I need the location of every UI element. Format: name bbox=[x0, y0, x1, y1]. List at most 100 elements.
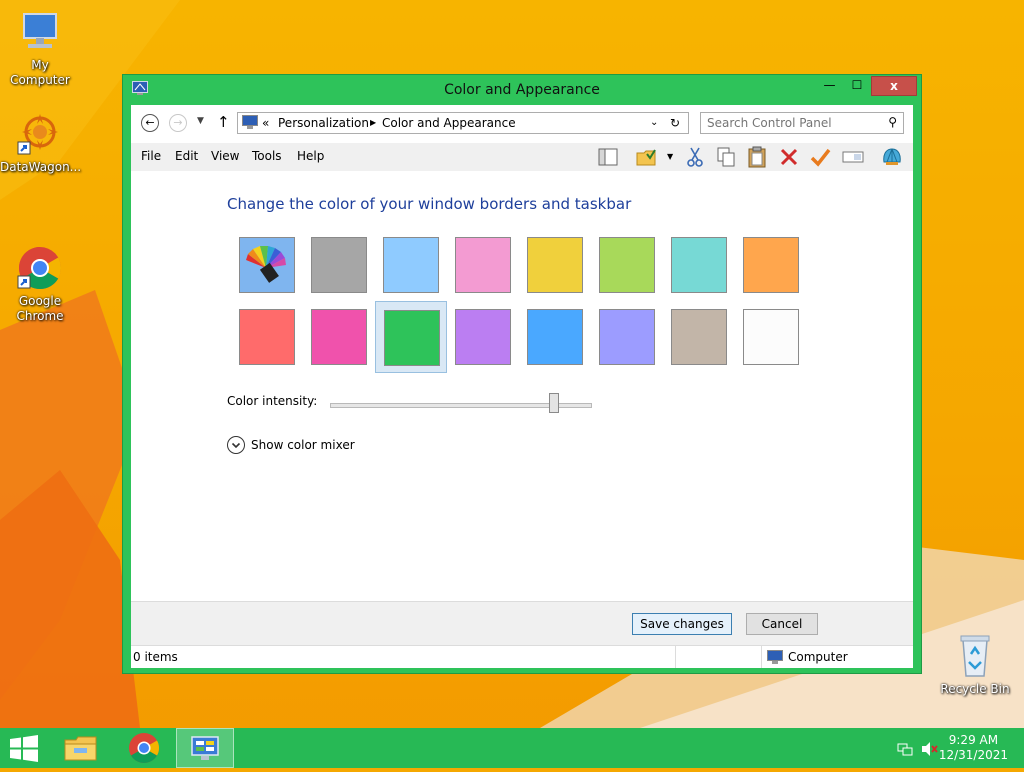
swatch-gray[interactable] bbox=[303, 229, 375, 301]
address-overflow-chevron[interactable]: « bbox=[262, 116, 269, 130]
breadcrumb-separator-icon[interactable]: ▶ bbox=[370, 118, 376, 127]
window-title: Color and Appearance bbox=[444, 82, 600, 98]
clock-time: 9:29 AM bbox=[948, 733, 999, 747]
volume-muted-icon[interactable] bbox=[921, 741, 939, 760]
status-bar: 0 items Computer bbox=[131, 645, 913, 668]
status-divider bbox=[675, 646, 676, 668]
color-appearance-window: Color and Appearance — ☐ x ← → ▼ ↑ « Per… bbox=[122, 74, 922, 674]
desktop-icon-label: My Computer bbox=[10, 58, 70, 87]
desktop-icon-google-chrome[interactable]: Google Chrome bbox=[0, 214, 80, 324]
menu-help[interactable]: Help bbox=[297, 149, 324, 163]
swatch-color bbox=[527, 237, 583, 293]
maximize-button[interactable]: ☐ bbox=[844, 76, 870, 96]
cut-icon[interactable] bbox=[684, 146, 706, 168]
layout-icon[interactable] bbox=[597, 146, 619, 168]
taskbar: 9:29 AM 12/31/2021 bbox=[0, 728, 1024, 768]
menu-view[interactable]: View bbox=[211, 149, 239, 163]
swatch-yellow[interactable] bbox=[519, 229, 591, 301]
close-button[interactable]: x bbox=[871, 76, 917, 96]
breadcrumb-personalization[interactable]: Personalization bbox=[278, 116, 369, 130]
breadcrumb-color-and-appearance[interactable]: Color and Appearance bbox=[382, 116, 516, 130]
swatch-color bbox=[455, 309, 511, 365]
swatch-color bbox=[239, 309, 295, 365]
status-divider bbox=[761, 646, 762, 668]
swatch-automatic[interactable] bbox=[231, 229, 303, 301]
swatch-orange[interactable] bbox=[735, 229, 807, 301]
swatch-magenta[interactable] bbox=[303, 301, 375, 373]
swatch-periwinkle[interactable] bbox=[591, 301, 663, 373]
menu-file[interactable]: File bbox=[141, 149, 161, 163]
desktop-icon-label: Google Chrome bbox=[16, 294, 64, 323]
swatch-taupe[interactable] bbox=[663, 301, 735, 373]
swatch-color bbox=[311, 309, 367, 365]
expand-chevron-icon bbox=[227, 436, 245, 454]
swatch-sky-blue[interactable] bbox=[375, 229, 447, 301]
search-input[interactable] bbox=[707, 116, 877, 130]
desktop-icon-label: Recycle Bin bbox=[940, 682, 1010, 696]
file-explorer-taskbar-button[interactable] bbox=[52, 728, 110, 768]
minimize-button[interactable]: — bbox=[816, 76, 843, 96]
computer-icon bbox=[767, 650, 783, 667]
chrome-icon bbox=[129, 733, 160, 764]
delete-icon[interactable] bbox=[778, 146, 800, 168]
page-heading: Change the color of your window borders … bbox=[227, 195, 632, 213]
swatch-color bbox=[599, 237, 655, 293]
swatch-color bbox=[743, 309, 799, 365]
swatch-color bbox=[743, 237, 799, 293]
control-panel-icon bbox=[191, 736, 219, 760]
color-intensity-label: Color intensity: bbox=[227, 394, 318, 408]
swatch-pink[interactable] bbox=[447, 229, 519, 301]
control-panel-taskbar-button[interactable] bbox=[176, 728, 234, 768]
menu-bar: File Edit View Tools Help ▼ bbox=[131, 143, 913, 171]
desktop-icon-my-computer[interactable]: My Computer bbox=[0, 8, 80, 88]
show-color-mixer-label: Show color mixer bbox=[251, 438, 355, 452]
recycle-bin-icon bbox=[951, 632, 999, 680]
up-arrow-icon[interactable]: ↑ bbox=[217, 113, 230, 131]
dropdown-arrow-icon[interactable]: ▼ bbox=[667, 152, 673, 161]
desktop-icon-recycle-bin[interactable]: Recycle Bin bbox=[935, 632, 1015, 697]
refresh-icon[interactable]: ↻ bbox=[670, 116, 680, 130]
swatch-color bbox=[671, 237, 727, 293]
swatch-lime[interactable] bbox=[591, 229, 663, 301]
save-changes-button[interactable]: Save changes bbox=[632, 613, 732, 635]
title-bar[interactable]: Color and Appearance — ☐ x bbox=[123, 75, 921, 105]
swatch-teal[interactable] bbox=[663, 229, 735, 301]
swatch-color bbox=[383, 237, 439, 293]
swatch-green[interactable] bbox=[375, 301, 447, 373]
recent-pages-chevron-icon[interactable]: ▼ bbox=[197, 116, 204, 126]
chrome-icon bbox=[16, 229, 64, 290]
back-icon[interactable]: ← bbox=[141, 114, 159, 132]
chrome-taskbar-button[interactable] bbox=[115, 728, 173, 768]
window-client: ← → ▼ ↑ « Personalization ▶ Color and Ap… bbox=[131, 105, 913, 668]
rename-icon[interactable] bbox=[842, 146, 864, 168]
paste-icon[interactable] bbox=[746, 146, 768, 168]
search-icon: ⚲ bbox=[888, 115, 897, 129]
menu-edit[interactable]: Edit bbox=[175, 149, 198, 163]
copy-icon[interactable] bbox=[715, 146, 737, 168]
properties-icon[interactable] bbox=[809, 146, 831, 168]
color-intensity-slider-thumb[interactable] bbox=[549, 393, 559, 413]
network-icon[interactable] bbox=[897, 741, 913, 760]
swatch-red[interactable] bbox=[231, 301, 303, 373]
item-count: 0 items bbox=[133, 650, 178, 664]
swatch-blue[interactable] bbox=[519, 301, 591, 373]
clock-date: 12/31/2021 bbox=[938, 748, 1008, 762]
swatch-violet[interactable] bbox=[447, 301, 519, 373]
address-dropdown-icon[interactable]: ⌄ bbox=[650, 117, 658, 128]
forward-icon[interactable]: → bbox=[169, 114, 187, 132]
search-box[interactable]: ⚲ bbox=[700, 112, 904, 134]
swatch-color bbox=[599, 309, 655, 365]
desktop-icon-datawagon[interactable]: DataWagon... bbox=[0, 110, 82, 175]
menu-tools[interactable]: Tools bbox=[252, 149, 282, 163]
swatch-white[interactable] bbox=[735, 301, 807, 373]
shell-icon[interactable] bbox=[881, 146, 903, 168]
status-location: Computer bbox=[788, 650, 848, 664]
system-clock[interactable]: 9:29 AM 12/31/2021 bbox=[939, 733, 1008, 763]
control-panel-icon bbox=[242, 115, 258, 132]
desktop-icon-label: DataWagon... bbox=[0, 160, 82, 174]
start-icon bbox=[10, 735, 38, 762]
address-box[interactable]: « Personalization ▶ Color and Appearance… bbox=[237, 112, 689, 134]
start-button[interactable] bbox=[0, 728, 58, 768]
cancel-button[interactable]: Cancel bbox=[746, 613, 818, 635]
folder-options-icon[interactable] bbox=[635, 146, 657, 168]
